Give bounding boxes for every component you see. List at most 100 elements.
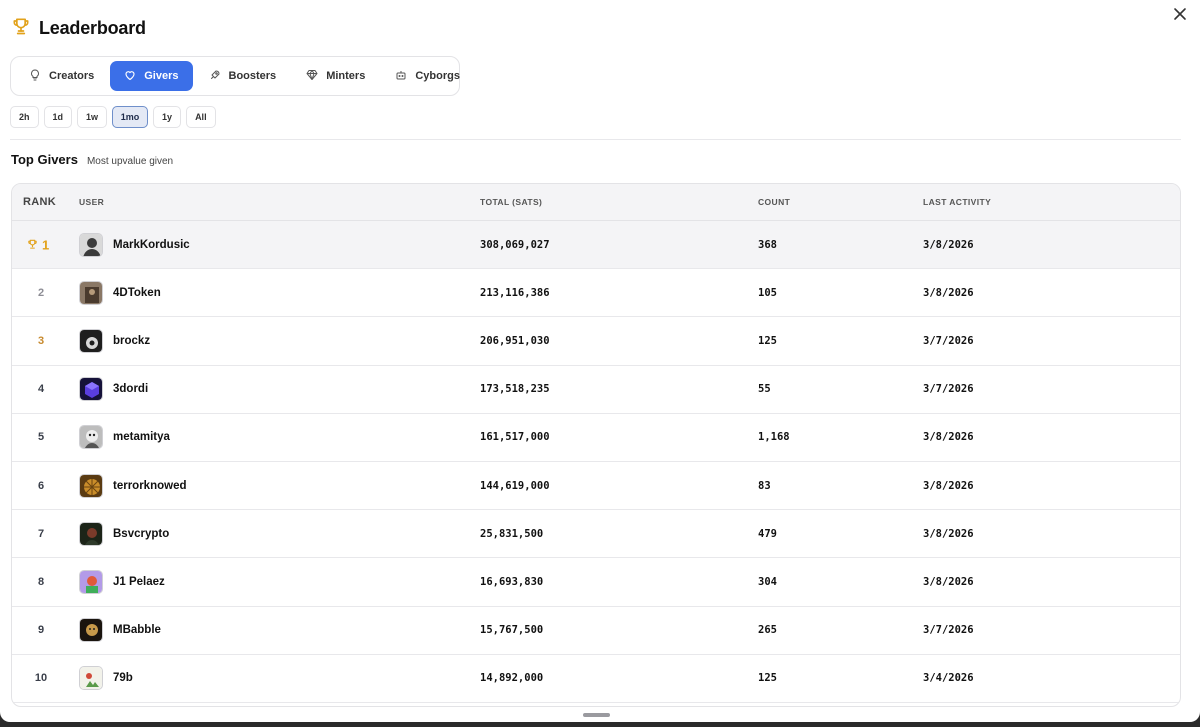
last-activity: 3/4/2026 (923, 672, 974, 685)
table-row[interactable]: 3 brockz 206,951,030 125 3/7/2026 (12, 317, 1180, 366)
section-heading: Top Givers Most upvalue given (11, 152, 173, 167)
tab-minters[interactable]: Minters (292, 61, 379, 91)
count: 105 (758, 286, 777, 299)
username[interactable]: 79b (113, 672, 133, 684)
rank-number: 4 (37, 383, 45, 396)
avatar[interactable] (79, 232, 103, 257)
tab-label: Minters (326, 70, 366, 82)
total-sats: 14,892,000 (480, 672, 544, 685)
username[interactable]: terrorknowed (113, 480, 187, 492)
table-row[interactable]: 9 MBabble 15,767,500 265 3/7/2026 (12, 607, 1180, 655)
column-header-count[interactable]: COUNT (758, 197, 790, 207)
total-sats: 161,517,000 (480, 431, 550, 444)
tab-label: Givers (144, 70, 179, 82)
count: 368 (758, 238, 777, 251)
divider (10, 139, 1181, 140)
avatar[interactable] (79, 328, 103, 353)
username[interactable]: brockz (113, 335, 150, 347)
username[interactable]: 3dordi (113, 383, 148, 395)
username[interactable]: 4DToken (113, 287, 161, 299)
total-sats: 16,693,830 (480, 575, 544, 588)
table-row[interactable]: 5 metamitya 161,517,000 1,168 3/8/2026 (12, 414, 1180, 462)
column-header-rank[interactable]: RANK (23, 196, 56, 208)
rank-number: 1 (42, 237, 50, 253)
tab-label: Boosters (228, 70, 277, 82)
last-activity: 3/7/2026 (923, 383, 974, 396)
resize-handle[interactable] (583, 713, 610, 717)
tab-creators[interactable]: Creators (15, 61, 108, 91)
tab-cyborgs[interactable]: Cyborgs (381, 61, 474, 91)
table-row[interactable]: 7 Bsvcrypto 25,831,500 479 3/8/2026 (12, 510, 1180, 559)
section-title: Top Givers (11, 152, 78, 167)
last-activity: 3/7/2026 (923, 624, 974, 637)
count: 125 (758, 672, 777, 685)
rank-number: 10 (34, 672, 48, 685)
range-all[interactable]: All (186, 106, 216, 128)
last-activity: 3/8/2026 (923, 479, 974, 492)
last-activity: 3/8/2026 (923, 238, 974, 251)
rank-number: 5 (37, 431, 45, 444)
table-row[interactable]: 4 3dordi 173,518,235 55 3/7/2026 (12, 366, 1180, 414)
count: 304 (758, 575, 777, 588)
range-1w[interactable]: 1w (77, 106, 108, 128)
total-sats: 25,831,500 (480, 527, 544, 540)
avatar[interactable] (79, 618, 103, 643)
rank-number: 2 (37, 286, 45, 299)
lightbulb-icon (29, 68, 41, 84)
range-2h[interactable]: 2h (10, 106, 39, 128)
username[interactable]: J1 Pelaez (113, 576, 165, 588)
rank-number: 3 (37, 334, 45, 347)
time-range-selector: 2h 1d 1w 1mo 1y All (10, 106, 216, 128)
count: 83 (758, 479, 771, 492)
rank-number: 6 (37, 479, 45, 492)
trophy-icon (11, 16, 31, 41)
avatar[interactable] (79, 280, 103, 305)
gem-icon (306, 69, 318, 84)
count: 55 (758, 383, 771, 396)
total-sats: 206,951,030 (480, 334, 550, 347)
rank-number: 9 (37, 624, 45, 637)
section-subtitle: Most upvalue given (86, 156, 174, 167)
column-header-total[interactable]: TOTAL (SATS) (480, 197, 542, 207)
avatar[interactable] (79, 569, 103, 594)
last-activity: 3/8/2026 (923, 431, 974, 444)
rank-cell: 1 (27, 237, 49, 252)
rank-number: 7 (37, 527, 45, 540)
avatar[interactable] (79, 666, 103, 691)
last-activity: 3/8/2026 (923, 527, 974, 540)
avatar[interactable] (79, 425, 103, 450)
total-sats: 173,518,235 (480, 383, 550, 396)
tab-boosters[interactable]: Boosters (195, 61, 291, 91)
username[interactable]: Bsvcrypto (113, 528, 169, 540)
table-row[interactable]: 2 4DToken 213,116,386 105 3/8/2026 (12, 269, 1180, 318)
total-sats: 144,619,000 (480, 479, 550, 492)
page-title: Leaderboard (39, 18, 146, 38)
count: 1,168 (758, 431, 790, 444)
leaderboard-modal: Leaderboard Creators Givers Boosters Min… (0, 0, 1200, 722)
last-activity: 3/7/2026 (923, 334, 974, 347)
username[interactable]: MarkKordusic (113, 239, 190, 251)
range-1mo[interactable]: 1mo (112, 106, 149, 128)
avatar[interactable] (79, 473, 103, 498)
username[interactable]: metamitya (113, 431, 170, 443)
avatar[interactable] (79, 521, 103, 546)
table-row[interactable]: 6 terrorknowed 144,619,000 83 3/8/2026 (12, 462, 1180, 511)
tab-label: Cyborgs (415, 70, 460, 82)
trophy-icon (27, 237, 38, 252)
rocket-icon (209, 69, 221, 84)
range-1y[interactable]: 1y (153, 106, 182, 128)
column-header-user[interactable]: USER (79, 197, 104, 207)
table-row[interactable]: 8 J1 Pelaez 16,693,830 304 3/8/2026 (12, 558, 1180, 607)
username[interactable]: MBabble (113, 624, 161, 636)
category-tabs: Creators Givers Boosters Minters Cyborgs (10, 56, 460, 96)
column-header-last-activity[interactable]: LAST ACTIVITY (923, 197, 991, 207)
avatar[interactable] (79, 377, 103, 402)
close-icon[interactable] (1172, 6, 1188, 22)
table-row[interactable]: 1 MarkKordusic 308,069,027 368 3/8/2026 (12, 221, 1180, 270)
count: 479 (758, 527, 777, 540)
tab-givers[interactable]: Givers (110, 61, 193, 91)
total-sats: 15,767,500 (480, 624, 544, 637)
table-row[interactable]: 10 79b 14,892,000 125 3/4/2026 (12, 655, 1180, 703)
robot-icon (395, 69, 407, 84)
range-1d[interactable]: 1d (43, 106, 73, 128)
